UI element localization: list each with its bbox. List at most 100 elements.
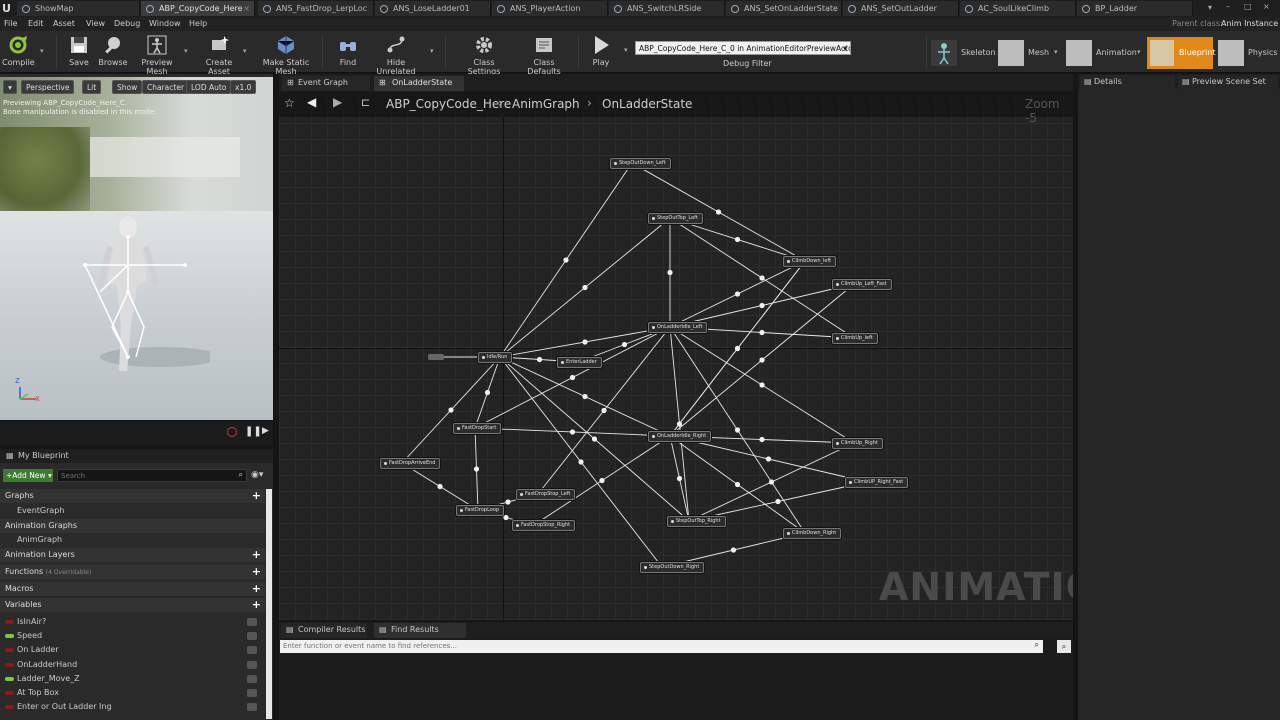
preview-mesh-button[interactable]: Preview Mesh [132, 33, 182, 76]
create-asset-button[interactable]: Create Asset [196, 33, 242, 76]
show-button[interactable]: Show [112, 80, 143, 94]
transition-rule-icon[interactable] [621, 341, 628, 348]
section-variables[interactable]: Variables + [0, 598, 265, 612]
transition-rule-icon[interactable] [503, 514, 509, 521]
find-references-field[interactable]: ⌕ [280, 640, 1043, 653]
play-button[interactable]: Play [586, 33, 616, 71]
parent-class-value[interactable]: Anim Instance [1221, 17, 1278, 31]
variable-item[interactable]: Enter or Out Ladder Ing [0, 700, 265, 714]
transition-rule-icon[interactable] [734, 236, 741, 243]
debug-object-dropdown[interactable]: ABP_CopyCode_Here_C_0 in AnimationEditor… [635, 41, 851, 55]
transition-rule-icon[interactable] [582, 393, 588, 400]
tab-ans-switchlrside[interactable]: ANS_SwitchLRSide [609, 1, 725, 16]
menu-help[interactable]: Help [189, 17, 207, 31]
lit-button[interactable]: Lit [82, 80, 102, 94]
tab-ans-setoutladder[interactable]: ANS_SetOutLadder [843, 1, 959, 16]
save-button[interactable]: Save [64, 33, 94, 71]
state-node[interactable]: FastDropLoop [456, 505, 505, 516]
character-button[interactable]: Character [142, 80, 190, 94]
state-node[interactable]: ClimbUP_Right_Fast [845, 477, 909, 488]
transition-rule-icon[interactable] [563, 257, 569, 263]
transition-rule-icon[interactable] [734, 291, 741, 297]
transition-rule-icon[interactable] [734, 427, 741, 433]
tab-abp-copycode-here[interactable]: ABP_CopyCode_Here × [141, 1, 255, 16]
tab-ac-soullikeclimb[interactable]: AC_SoulLikeClimb [960, 1, 1076, 16]
state-node[interactable]: Idle/Run [478, 352, 513, 363]
state-node[interactable]: ClimbUp_Left_Fast [832, 279, 892, 290]
variable-item[interactable]: IsInAir? [0, 615, 265, 629]
transition-rule-icon[interactable] [601, 407, 607, 414]
find-in-all-blueprints-icon[interactable]: ⌕ [1057, 640, 1071, 653]
variable-item[interactable]: Ladder_Move_Z [0, 672, 265, 686]
transition-rule-icon[interactable] [775, 498, 781, 505]
transition-rule-icon[interactable] [715, 209, 722, 215]
perspective-button[interactable]: Perspective [21, 80, 75, 94]
section-animation-layers[interactable]: Animation Layers + [0, 548, 265, 562]
tab-compiler-results[interactable]: ▤ Compiler Results [281, 623, 367, 638]
transition-rule-icon[interactable] [759, 382, 765, 388]
transition-rule-icon[interactable] [569, 429, 576, 435]
transition-rule-icon[interactable] [484, 389, 491, 396]
blueprint-search-input[interactable] [58, 470, 228, 481]
tab-on-ladder-state[interactable]: ⊞ OnLadderState [374, 76, 464, 91]
transition-rule-icon[interactable] [759, 357, 765, 363]
add-new-button[interactable]: +Add New ▾ [3, 469, 53, 482]
lod-button[interactable]: LOD Auto [186, 80, 232, 94]
add-function-icon[interactable]: + [252, 565, 261, 579]
mesh-mode-label[interactable]: Mesh [1028, 48, 1049, 57]
play-options-arrow[interactable]: ▾ [624, 46, 628, 54]
state-node[interactable]: OnLadderIdle_Left [648, 322, 708, 333]
transition-rule-icon[interactable] [765, 456, 772, 462]
visibility-eye-icon[interactable] [247, 632, 257, 641]
transition-rule-icon[interactable] [734, 481, 741, 488]
preview-mesh-arrow[interactable]: ▾ [184, 47, 188, 55]
state-node[interactable]: ClimbUp_Right [832, 438, 883, 449]
blueprint-search-field[interactable]: ⌕ [57, 469, 247, 482]
transition-rule-icon[interactable] [591, 436, 598, 442]
state-node[interactable]: ClimbDown_left [783, 256, 837, 267]
transition-rule-icon[interactable] [759, 436, 765, 443]
animation-mode-label[interactable]: Animation [1096, 48, 1137, 57]
tab-event-graph[interactable]: ⊞ Event Graph [282, 76, 370, 91]
maximize-icon[interactable]: □ [1244, 2, 1252, 11]
visibility-eye-icon[interactable] [247, 689, 257, 697]
mesh-mode-icon[interactable] [998, 40, 1024, 66]
tab-ans-loseladder01[interactable]: ANS_LoseLadder01 [375, 1, 491, 16]
variable-item[interactable]: Speed [0, 629, 265, 643]
tab-list-icon[interactable]: ▾ [1208, 3, 1212, 12]
physics-mode-icon[interactable] [1218, 40, 1244, 66]
create-asset-arrow[interactable]: ▾ [243, 47, 247, 55]
record-icon[interactable] [227, 427, 237, 437]
animation-mode-arrow[interactable]: ▾ [1137, 48, 1141, 56]
state-node[interactable]: StepOutTop_Right [667, 516, 726, 527]
close-window-icon[interactable]: × [1263, 2, 1270, 11]
transition-rule-icon[interactable] [768, 479, 775, 485]
tab-ans-playeraction[interactable]: ANS_PlayerAction [492, 1, 608, 16]
state-machine-graph[interactable]: ☆ ◀ ▶ ⊏ ABP_CopyCode_Here › AnimGraph › … [279, 91, 1073, 620]
menu-view[interactable]: View [86, 17, 105, 31]
transition-rule-icon[interactable] [734, 345, 741, 352]
physics-mode-label[interactable]: Physics [1248, 48, 1278, 57]
blueprint-scrollbar[interactable] [266, 489, 272, 719]
hide-unrelated-arrow[interactable]: ▾ [430, 47, 434, 55]
section-functions[interactable]: Functions (4 Overridable) + [0, 565, 265, 579]
transition-rule-icon[interactable] [448, 407, 454, 413]
blueprint-mode-button[interactable]: Blueprint [1147, 37, 1216, 69]
next-frame-icon[interactable]: ▶ [262, 426, 269, 436]
tab-bp-ladder[interactable]: BP_Ladder [1077, 1, 1193, 16]
state-node[interactable]: ClimbUp_left [832, 333, 878, 344]
transition-rule-icon[interactable] [569, 374, 576, 381]
speed-button[interactable]: x1.0 [230, 80, 257, 94]
tab-ans-fastdrop-lerploc[interactable]: ANS_FastDrop_LerpLoc [258, 1, 374, 16]
add-graph-icon[interactable]: + [252, 489, 261, 503]
state-node[interactable]: StepOutTop_Left [648, 213, 703, 224]
my-blueprint-tab[interactable]: ▦ My Blueprint [0, 449, 273, 463]
find-references-input[interactable] [280, 640, 1020, 652]
transition-rule-icon[interactable] [667, 269, 673, 276]
transition-rule-icon[interactable] [730, 547, 737, 553]
add-layer-icon[interactable]: + [252, 548, 261, 562]
transition-rule-icon[interactable] [759, 329, 765, 336]
browse-button[interactable]: Browse [96, 33, 130, 71]
view-options-eye-icon[interactable]: ◉▾ [251, 470, 263, 480]
section-macros[interactable]: Macros + [0, 582, 265, 596]
